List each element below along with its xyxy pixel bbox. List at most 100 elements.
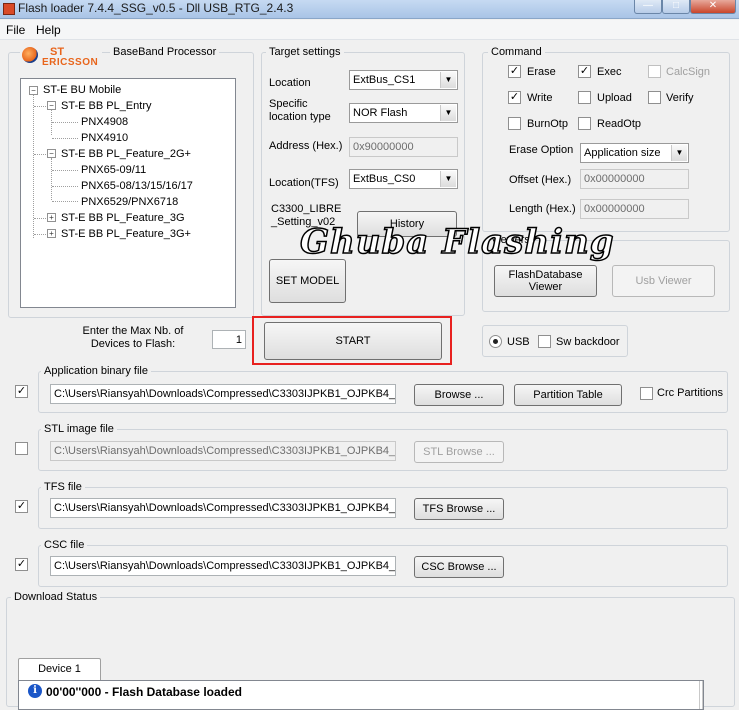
close-button[interactable]: ✕ [690,0,736,14]
tab-device-1[interactable]: Device 1 [18,658,101,681]
sw-backdoor-checkbox[interactable]: ✓ [538,335,551,348]
crc-partitions-label: Crc Partitions [657,387,724,399]
stl-image-checkbox[interactable]: ✓ [15,442,28,455]
tree-line [51,158,52,200]
tree-node[interactable]: PNX6529/PNX6718 [81,196,178,209]
tree-line [52,201,78,202]
write-label: Write [527,92,553,104]
tfs-file-checkbox[interactable]: ✓ [15,500,28,513]
verify-label: Verify [666,92,694,104]
start-button[interactable]: START [264,322,442,360]
maximize-button[interactable]: □ [662,0,690,14]
tfs-file-path[interactable]: C:\Users\Riansyah\Downloads\Compressed\C… [50,498,396,518]
tree-collapse-icon[interactable]: − [29,86,38,95]
stl-image-title: STL image file [41,423,117,436]
erase-checkbox[interactable]: ✓ [508,65,521,78]
burnotp-checkbox[interactable]: ✓ [508,117,521,130]
menu-help[interactable]: Help [36,23,61,37]
erase-option-value: Application size [584,147,661,159]
address-field[interactable]: 0x90000000 [349,137,458,157]
tfs-browse-button[interactable]: TFS Browse ... [414,498,504,520]
flash-database-viewer-button[interactable]: FlashDatabase Viewer [494,265,597,297]
upload-label: Upload [597,92,632,104]
tree-node[interactable]: ST-E BB PL_Entry [61,100,151,113]
usb-label: USB [507,336,530,348]
chevron-down-icon: ▼ [671,145,687,161]
baseband-tree[interactable]: − ST-E BU Mobile − ST-E BB PL_Entry PNX4… [20,78,236,308]
set-model-button[interactable]: SET MODEL [269,259,346,303]
tree-node[interactable]: ST-E BU Mobile [43,84,121,97]
app-icon [3,3,15,15]
partition-table-button[interactable]: Partition Table [514,384,622,406]
tree-node[interactable]: PNX65-09/11 [81,164,146,177]
csc-browse-button[interactable]: CSC Browse ... [414,556,504,578]
erase-label: Erase [527,66,556,78]
tree-expand-icon[interactable]: + [47,213,56,222]
offset-field[interactable]: 0x00000000 [580,169,689,189]
csc-file-checkbox[interactable]: ✓ [15,558,28,571]
location-label: Location [269,77,311,89]
command-group-title: Command [488,46,545,59]
close-icon: ✕ [708,0,718,11]
tree-node[interactable]: PNX4908 [81,116,128,129]
application-binary-checkbox[interactable]: ✓ [15,385,28,398]
exec-checkbox[interactable]: ✓ [578,65,591,78]
status-scrollbar[interactable] [699,681,703,709]
write-checkbox[interactable]: ✓ [508,91,521,104]
readotp-checkbox[interactable]: ✓ [578,117,591,130]
tree-line [34,218,46,219]
usb-radio[interactable] [489,335,502,348]
specific-location-label: Specific location type [269,98,331,123]
tree-node[interactable]: ST-E BB PL_Feature_3G+ [61,228,191,241]
tree-node[interactable]: ST-E BB PL_Feature_2G+ [61,148,191,161]
length-label: Length (Hex.) [509,203,576,215]
chevron-down-icon: ▼ [440,105,456,121]
tree-line [52,186,78,187]
verify-checkbox[interactable]: ✓ [648,91,661,104]
max-devices-field[interactable]: 1 [212,330,246,349]
ericsson-logo-icon [22,47,38,63]
location-select[interactable]: ExtBus_CS1 ▼ [349,70,458,90]
specific-location-value: NOR Flash [353,107,408,119]
crc-partitions-checkbox[interactable]: ✓ [640,387,653,400]
erase-option-select[interactable]: Application size ▼ [580,143,689,163]
length-field[interactable]: 0x00000000 [580,199,689,219]
tree-collapse-icon[interactable]: − [47,101,56,110]
csc-file-path[interactable]: C:\Users\Riansyah\Downloads\Compressed\C… [50,556,396,576]
application-binary-path[interactable]: C:\Users\Riansyah\Downloads\Compressed\C… [50,384,396,404]
tree-line [52,122,78,123]
sw-backdoor-label: Sw backdoor [556,336,620,348]
tree-node[interactable]: ST-E BB PL_Feature_3G [61,212,185,225]
stl-browse-button[interactable]: STL Browse ... [414,441,504,463]
stl-image-path[interactable]: C:\Users\Riansyah\Downloads\Compressed\C… [50,441,396,461]
tree-collapse-icon[interactable]: − [47,149,56,158]
application-browse-button[interactable]: Browse ... [414,384,504,406]
menu-file[interactable]: File [6,23,25,37]
minimize-button[interactable]: — [634,0,662,14]
usb-viewer-button[interactable]: Usb Viewer [612,265,715,297]
target-settings-title: Target settings [266,46,344,59]
tree-node[interactable]: PNX4910 [81,132,128,145]
tree-expand-icon[interactable]: + [47,229,56,238]
tfs-location-label: Location(TFS) [269,177,339,189]
tree-line [34,106,46,107]
calcsign-checkbox[interactable]: ✓ [648,65,661,78]
readotp-label: ReadOtp [597,118,642,130]
tree-line [33,94,34,238]
chevron-down-icon: ▼ [440,72,456,88]
menu-bar: File Help [0,20,739,40]
watermark-text: Ghuba Flashing [299,221,615,263]
info-icon: i [28,684,42,698]
burnotp-label: BurnOtp [527,118,568,130]
exec-label: Exec [597,66,622,78]
tree-line [52,138,78,139]
tree-node[interactable]: PNX65-08/13/15/16/17 [81,180,193,193]
tfs-location-select[interactable]: ExtBus_CS0 ▼ [349,169,458,189]
calcsign-label: CalcSign [666,66,711,78]
address-label: Address (Hex.) [269,140,343,152]
csc-file-title: CSC file [41,539,88,552]
specific-location-select[interactable]: NOR Flash ▼ [349,103,458,123]
max-devices-label: Enter the Max Nb. of Devices to Flash: [82,325,184,350]
location-value: ExtBus_CS1 [353,74,416,86]
upload-checkbox[interactable]: ✓ [578,91,591,104]
